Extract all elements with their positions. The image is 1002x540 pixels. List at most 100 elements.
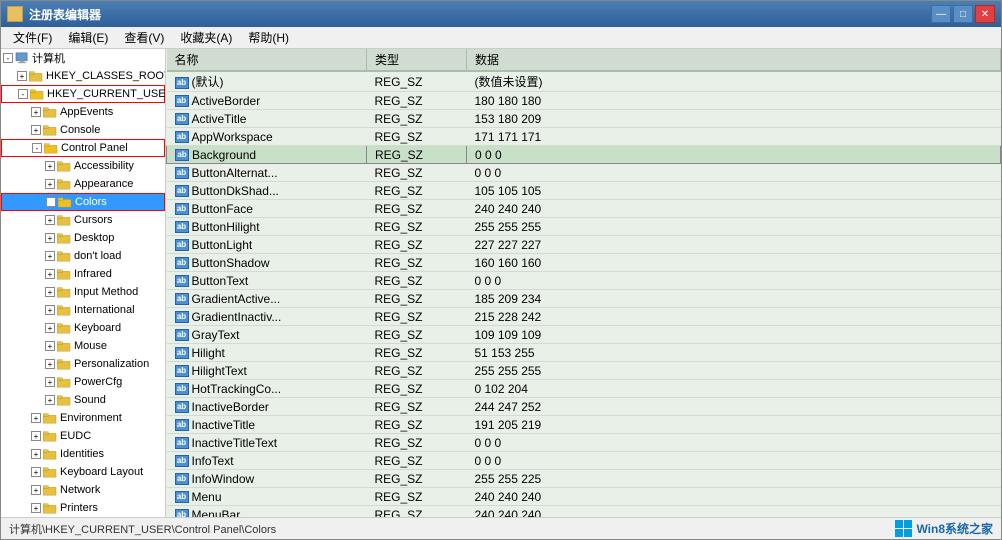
reg-type-cell: REG_SZ <box>367 92 467 110</box>
tree-item[interactable]: + HKEY_CLASSES_ROOT <box>1 67 165 85</box>
tree-item[interactable]: + PowerCfg <box>1 373 165 391</box>
expand-icon[interactable]: + <box>31 485 41 495</box>
expand-icon[interactable]: + <box>45 161 55 171</box>
tree-item[interactable]: + Accessibility <box>1 157 165 175</box>
tree-item[interactable]: + EUDC <box>1 427 165 445</box>
folder-icon <box>44 142 58 154</box>
tree-item[interactable]: + Identities <box>1 445 165 463</box>
table-row[interactable]: abActiveTitleREG_SZ153 180 209 <box>167 110 1001 128</box>
tree-item[interactable]: + Desktop <box>1 229 165 247</box>
reg-name-cell: abInactiveBorder <box>167 398 367 416</box>
menu-item[interactable]: 帮助(H) <box>240 27 297 48</box>
expand-icon[interactable]: + <box>17 71 27 81</box>
tree-item[interactable]: + Infrared <box>1 265 165 283</box>
tree-item[interactable]: + Cursors <box>1 211 165 229</box>
tree-item[interactable]: + Keyboard Layout <box>1 463 165 481</box>
expand-icon[interactable]: + <box>46 197 56 207</box>
reg-type-cell: REG_SZ <box>367 308 467 326</box>
reg-sz-icon: ab <box>175 419 189 431</box>
expand-icon[interactable]: + <box>45 251 55 261</box>
table-row[interactable]: ab(默认)REG_SZ(数值未设置) <box>167 71 1001 92</box>
tree-item[interactable]: + Sound <box>1 391 165 409</box>
expand-icon[interactable]: + <box>31 503 41 513</box>
expand-icon[interactable]: + <box>45 215 55 225</box>
expand-icon[interactable]: + <box>45 395 55 405</box>
tree-item[interactable]: + International <box>1 301 165 319</box>
expand-icon[interactable]: + <box>31 413 41 423</box>
tree-item[interactable]: + Personalization <box>1 355 165 373</box>
expand-icon[interactable]: + <box>45 341 55 351</box>
tree-item[interactable]: + Keyboard <box>1 319 165 337</box>
expand-icon[interactable]: + <box>45 377 55 387</box>
expand-icon[interactable]: + <box>45 233 55 243</box>
reg-type-cell: REG_SZ <box>367 488 467 506</box>
tree-item[interactable]: + Environment <box>1 409 165 427</box>
table-row[interactable]: abInactiveTitleTextREG_SZ0 0 0 <box>167 434 1001 452</box>
collapse-icon[interactable]: - <box>3 53 13 63</box>
expand-icon[interactable]: + <box>45 359 55 369</box>
table-row[interactable]: abButtonDkShad...REG_SZ105 105 105 <box>167 182 1001 200</box>
tree-item[interactable]: + don't load <box>1 247 165 265</box>
tree-item[interactable]: + Input Method <box>1 283 165 301</box>
folder-icon <box>57 394 71 406</box>
computer-icon <box>15 52 29 64</box>
table-row[interactable]: abInfoTextREG_SZ0 0 0 <box>167 452 1001 470</box>
table-row[interactable]: abButtonHilightREG_SZ255 255 255 <box>167 218 1001 236</box>
tree-item[interactable]: + Mouse <box>1 337 165 355</box>
table-row[interactable]: abButtonAlternat...REG_SZ0 0 0 <box>167 164 1001 182</box>
tree-item[interactable]: + Printers <box>1 499 165 517</box>
table-row[interactable]: abHotTrackingCo...REG_SZ0 102 204 <box>167 380 1001 398</box>
table-row[interactable]: abBackgroundREG_SZ0 0 0 <box>167 146 1001 164</box>
collapse-icon[interactable]: - <box>32 143 42 153</box>
table-row[interactable]: abButtonFaceREG_SZ240 240 240 <box>167 200 1001 218</box>
expand-icon[interactable]: + <box>31 107 41 117</box>
tree-item[interactable]: + Console <box>1 121 165 139</box>
menu-item[interactable]: 编辑(E) <box>60 27 116 48</box>
expand-icon[interactable]: + <box>45 287 55 297</box>
table-row[interactable]: abAppWorkspaceREG_SZ171 171 171 <box>167 128 1001 146</box>
tree-item[interactable]: + Colors <box>1 193 165 211</box>
expand-icon[interactable]: + <box>45 305 55 315</box>
reg-type-cell: REG_SZ <box>367 290 467 308</box>
reg-name-cell: abButtonText <box>167 272 367 290</box>
table-row[interactable]: abActiveBorderREG_SZ180 180 180 <box>167 92 1001 110</box>
menu-item[interactable]: 收藏夹(A) <box>172 27 240 48</box>
tree-item[interactable]: - Control Panel <box>1 139 165 157</box>
expand-icon[interactable]: + <box>31 467 41 477</box>
table-row[interactable]: abHilightREG_SZ51 153 255 <box>167 344 1001 362</box>
table-row[interactable]: abGradientActive...REG_SZ185 209 234 <box>167 290 1001 308</box>
tree-item[interactable]: - 计算机 <box>1 49 165 67</box>
tree-item[interactable]: + Appearance <box>1 175 165 193</box>
menu-item[interactable]: 文件(F) <box>5 27 60 48</box>
table-row[interactable]: abButtonLightREG_SZ227 227 227 <box>167 236 1001 254</box>
tree-item[interactable]: - HKEY_CURRENT_USER <box>1 85 165 103</box>
expand-icon[interactable]: + <box>31 125 41 135</box>
table-row[interactable]: abGradientInactiv...REG_SZ215 228 242 <box>167 308 1001 326</box>
table-row[interactable]: abMenuREG_SZ240 240 240 <box>167 488 1001 506</box>
expand-icon[interactable]: + <box>31 431 41 441</box>
expand-icon[interactable]: + <box>45 269 55 279</box>
table-row[interactable]: abInfoWindowREG_SZ255 255 225 <box>167 470 1001 488</box>
maximize-button[interactable]: □ <box>953 5 973 23</box>
table-row[interactable]: abHilightTextREG_SZ255 255 255 <box>167 362 1001 380</box>
table-row[interactable]: abButtonTextREG_SZ0 0 0 <box>167 272 1001 290</box>
table-row[interactable]: abInactiveTitleREG_SZ191 205 219 <box>167 416 1001 434</box>
menu-item[interactable]: 查看(V) <box>116 27 172 48</box>
minimize-button[interactable]: — <box>931 5 951 23</box>
tree-item[interactable]: + AppEvents <box>1 103 165 121</box>
expand-icon[interactable]: + <box>31 449 41 459</box>
expand-icon[interactable]: + <box>45 179 55 189</box>
close-button[interactable]: ✕ <box>975 5 995 23</box>
table-row[interactable]: abGrayTextREG_SZ109 109 109 <box>167 326 1001 344</box>
tree-item[interactable]: + Network <box>1 481 165 499</box>
tree-panel[interactable]: - 计算机+ HKEY_CLASSES_ROOT- HKEY_CURRENT_U… <box>1 49 166 517</box>
reg-name-cell: abHilight <box>167 344 367 362</box>
table-row[interactable]: abMenuBarREG_SZ240 240 240 <box>167 506 1001 518</box>
reg-name-cell: abInfoText <box>167 452 367 470</box>
reg-sz-icon: ab <box>175 401 189 413</box>
table-row[interactable]: abInactiveBorderREG_SZ244 247 252 <box>167 398 1001 416</box>
values-panel[interactable]: 名称 类型 数据 ab(默认)REG_SZ(数值未设置)abActiveBord… <box>166 49 1001 517</box>
expand-icon[interactable]: + <box>45 323 55 333</box>
table-row[interactable]: abButtonShadowREG_SZ160 160 160 <box>167 254 1001 272</box>
collapse-icon[interactable]: - <box>18 89 28 99</box>
